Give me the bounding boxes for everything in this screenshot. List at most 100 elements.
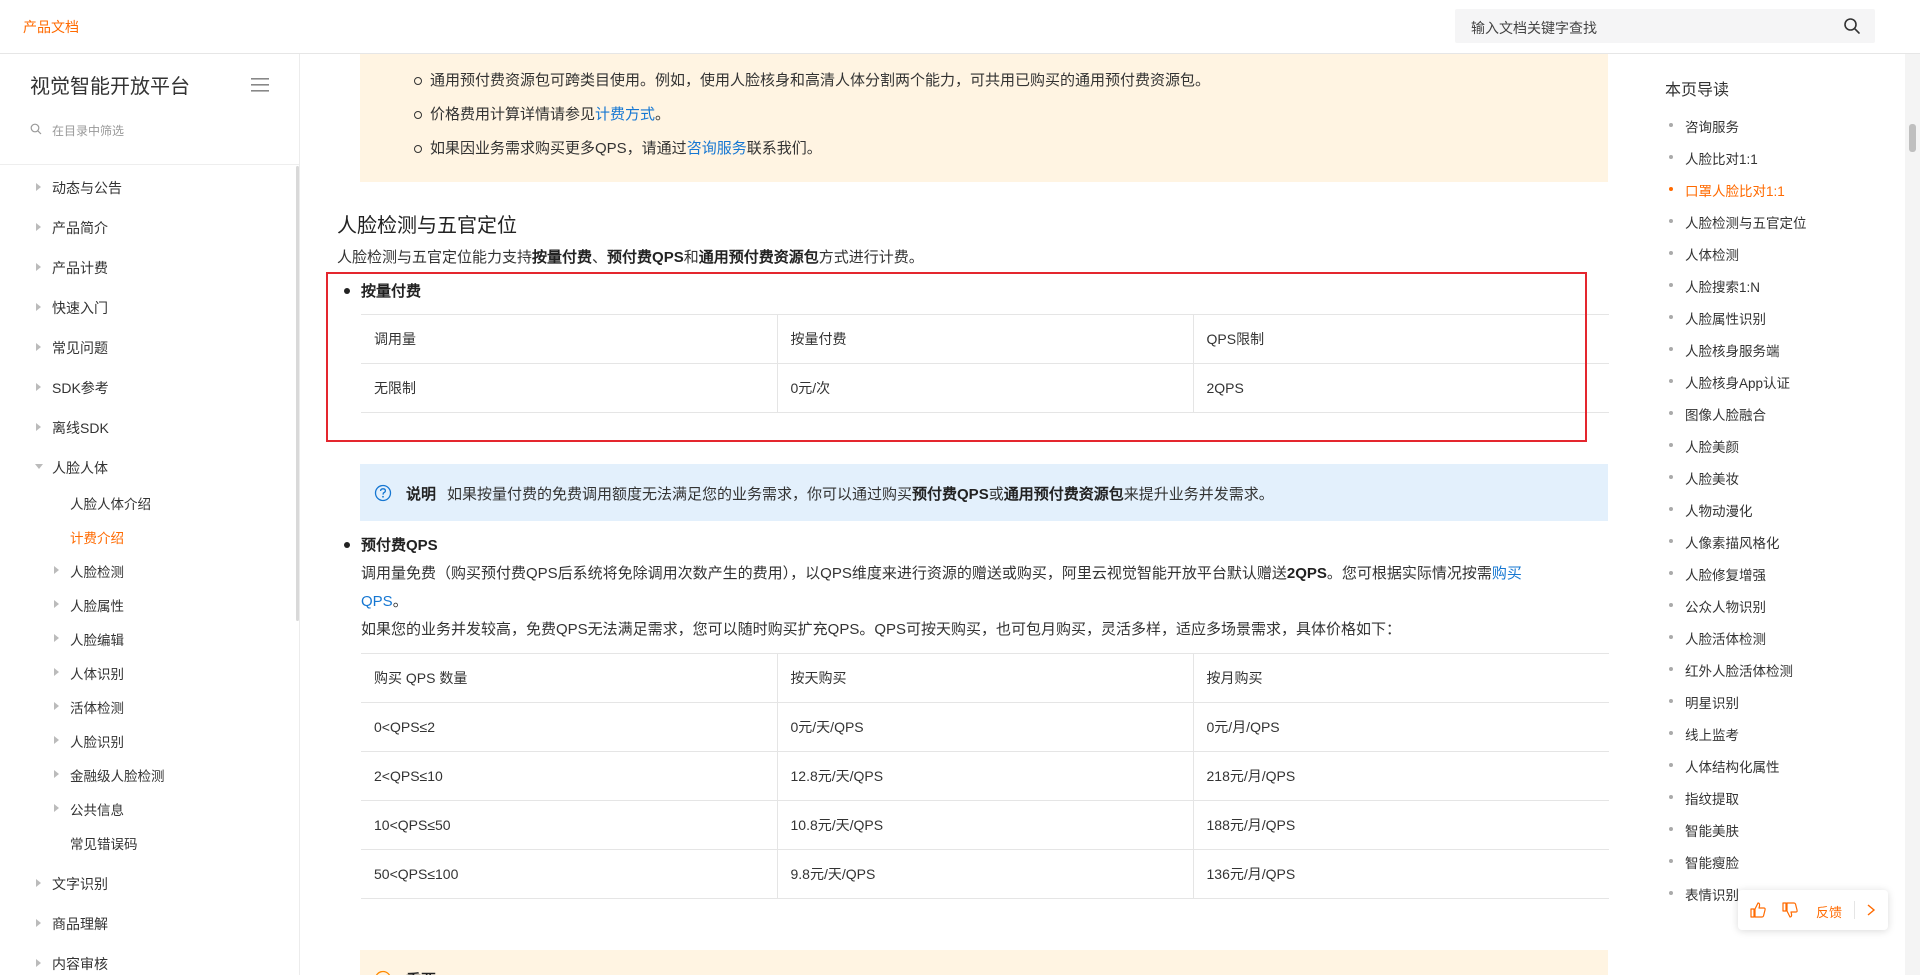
sidebar-item-moderation[interactable]: 内容审核 — [36, 954, 108, 974]
notice-item: 通用预付费资源包可跨类目使用。例如，使用人脸核身和高清人体分割两个能力，可共用已… — [413, 69, 1210, 90]
sidebar-item-billing-intro[interactable]: 计费介绍 — [70, 527, 124, 547]
sidebar-item-error-codes[interactable]: 常见错误码 — [70, 833, 138, 853]
feedback-widget: 反馈 — [1738, 890, 1888, 930]
sidebar-item-sdk[interactable]: SDK参考 — [36, 378, 109, 398]
sidebar-item-ocr[interactable]: 文字识别 — [36, 874, 108, 894]
note-text: 如果按量付费的免费调用额度无法满足您的业务需求，你可以通过购买预付费QPS或通用… — [447, 486, 1274, 503]
help-circle-icon — [374, 484, 392, 502]
toc-item[interactable]: 图像人脸融合 — [1669, 404, 1766, 424]
table-cell: 50<QPS≤100 — [361, 849, 777, 899]
toc-item[interactable]: 线上监考 — [1669, 724, 1739, 744]
doc-search-box[interactable]: 输入文档关键字查找 — [1455, 9, 1875, 43]
note-label: 说明 — [406, 486, 437, 503]
toc-item[interactable]: 公众人物识别 — [1669, 596, 1766, 616]
toc-item[interactable]: 人像素描风格化 — [1669, 532, 1780, 552]
toc-item-active[interactable]: 口罩人脸比对1:1 — [1669, 180, 1785, 200]
expand-arrow-icon — [54, 702, 59, 710]
toc-item[interactable]: 人脸修复增强 — [1669, 564, 1766, 584]
toc-item[interactable]: 人脸美颜 — [1669, 436, 1739, 456]
expand-arrow-icon — [54, 770, 59, 778]
search-icon[interactable] — [1843, 17, 1861, 35]
search-input[interactable]: 输入文档关键字查找 — [1471, 18, 1597, 38]
buy-qps-link-cont[interactable]: QPS — [361, 593, 393, 610]
note-box: 说明 如果按量付费的免费调用额度无法满足您的业务需求，你可以通过购买预付费QPS… — [360, 464, 1608, 521]
brand-link[interactable]: 产品文档 — [23, 17, 79, 37]
buy-qps-link[interactable]: 购买 — [1492, 565, 1522, 582]
sidebar-item-face-recog[interactable]: 人脸识别 — [54, 731, 124, 751]
warning-circle-icon — [375, 970, 391, 975]
sidebar-item-billing[interactable]: 产品计费 — [36, 258, 108, 278]
prepaid-text-line: QPS。 — [361, 593, 408, 610]
top-header: 产品文档 输入文档关键字查找 — [0, 0, 1920, 54]
table-cell: 0元/天/QPS — [776, 702, 1193, 752]
toc-title: 本页导读 — [1665, 82, 1730, 99]
sidebar-item-face-intro[interactable]: 人脸人体介绍 — [70, 493, 151, 513]
toc-item[interactable]: 人脸核身App认证 — [1668, 372, 1790, 392]
highlight-box — [326, 272, 1587, 442]
thumbs-down-icon[interactable] — [1781, 901, 1799, 919]
expand-arrow-icon — [54, 668, 59, 676]
table-row: 2<QPS≤10 12.8元/天/QPS 218元/月/QPS — [361, 751, 1609, 801]
toc-item[interactable]: 红外人脸活体检测 — [1669, 660, 1793, 680]
doc-sidebar: 视觉智能开放平台 在目录中筛选 动态与公告 产品简介 产品计费 快速入门 常见问… — [0, 54, 300, 975]
toc-item[interactable]: 人脸检测与五官定位 — [1669, 212, 1807, 232]
sidebar-item-body-recog[interactable]: 人体识别 — [54, 663, 124, 683]
toc-item[interactable]: 人脸美妆 — [1669, 468, 1739, 488]
important-label: 重要 — [406, 969, 436, 975]
sidebar-item-finance-face[interactable]: 金融级人脸检测 — [54, 765, 165, 785]
toc-item[interactable]: 智能美肤 — [1669, 820, 1739, 840]
section-intro: 人脸检测与五官定位能力支持按量付费、预付费QPS和通用预付费资源包方式进行计费。 — [337, 249, 924, 266]
table-row: 50<QPS≤100 9.8元/天/QPS 136元/月/QPS — [361, 849, 1609, 899]
toc-item[interactable]: 人脸比对1:1 — [1669, 148, 1758, 168]
billing-method-link[interactable]: 计费方式 — [595, 106, 655, 123]
notice-box: 通用预付费资源包可跨类目使用。例如，使用人脸核身和高清人体分割两个能力，可共用已… — [360, 54, 1608, 182]
table-row: 10<QPS≤50 10.8元/天/QPS 188元/月/QPS — [361, 800, 1609, 850]
expand-arrow-icon — [54, 804, 59, 812]
table-cell: 10<QPS≤50 — [361, 800, 777, 850]
toc-item[interactable]: 人脸属性识别 — [1669, 308, 1766, 328]
sidebar-filter-input[interactable]: 在目录中筛选 — [30, 120, 260, 140]
toc-item[interactable]: 人脸搜索1:N — [1668, 276, 1760, 296]
sidebar-scrollbar[interactable] — [296, 166, 299, 621]
scrollbar-thumb[interactable] — [1909, 124, 1916, 152]
table-cell: 0<QPS≤2 — [361, 702, 777, 752]
toc-item[interactable]: 表情识别 — [1669, 884, 1739, 904]
table-header-row: 购买 QPS 数量 按天购买 按月购买 — [361, 653, 1609, 703]
toc-item[interactable]: 指纹提取 — [1669, 788, 1739, 808]
expand-arrow-icon — [36, 343, 41, 351]
prepaid-price-table: 购买 QPS 数量 按天购买 按月购买 0<QPS≤2 0元/天/QPS 0元/… — [361, 653, 1609, 899]
thumbs-up-icon[interactable] — [1749, 901, 1767, 919]
sidebar-item-news[interactable]: 动态与公告 — [36, 178, 122, 198]
notice-item: 如果因业务需求购买更多QPS，请通过咨询服务联系我们。 — [414, 137, 822, 158]
toc-item[interactable]: 人体结构化属性 — [1669, 756, 1780, 776]
toc-item[interactable]: 明星识别 — [1669, 692, 1739, 712]
consult-service-link[interactable]: 咨询服务 — [687, 140, 747, 157]
table-cell: 2<QPS≤10 — [361, 751, 777, 801]
toc-item[interactable]: 人脸活体检测 — [1669, 628, 1766, 648]
toc-item[interactable]: 人物动漫化 — [1669, 500, 1753, 520]
sidebar-item-face-edit[interactable]: 人脸编辑 — [54, 629, 124, 649]
sidebar-item-goods[interactable]: 商品理解 — [36, 914, 108, 934]
sidebar-item-face-detect[interactable]: 人脸检测 — [54, 561, 124, 581]
page-scrollbar[interactable] — [1905, 54, 1920, 975]
sidebar-item-overview[interactable]: 产品简介 — [36, 218, 108, 238]
sidebar-item-common-info[interactable]: 公共信息 — [54, 799, 124, 819]
toc-item[interactable]: 人体检测 — [1669, 244, 1739, 264]
table-cell: 188元/月/QPS — [1192, 800, 1609, 850]
sidebar-item-faq[interactable]: 常见问题 — [36, 338, 108, 358]
sidebar-item-liveness[interactable]: 活体检测 — [54, 697, 124, 717]
toc-item[interactable]: 智能瘦脸 — [1669, 852, 1739, 872]
sidebar-item-quickstart[interactable]: 快速入门 — [36, 298, 108, 318]
menu-icon[interactable] — [251, 77, 269, 93]
sidebar-item-face-body[interactable]: 人脸人体 — [35, 458, 108, 478]
sidebar-divider — [0, 164, 299, 165]
table-cell: 136元/月/QPS — [1192, 849, 1609, 899]
sidebar-item-face-attr[interactable]: 人脸属性 — [54, 595, 124, 615]
toc-item[interactable]: 咨询服务 — [1669, 116, 1739, 136]
sidebar-item-offline-sdk[interactable]: 离线SDK — [36, 418, 109, 438]
toc-item[interactable]: 人脸核身服务端 — [1669, 340, 1780, 360]
expand-arrow-icon — [36, 223, 41, 231]
chevron-right-icon[interactable] — [1864, 902, 1878, 918]
table-cell: 0元/月/QPS — [1192, 702, 1609, 752]
feedback-button[interactable]: 反馈 — [1816, 902, 1842, 921]
